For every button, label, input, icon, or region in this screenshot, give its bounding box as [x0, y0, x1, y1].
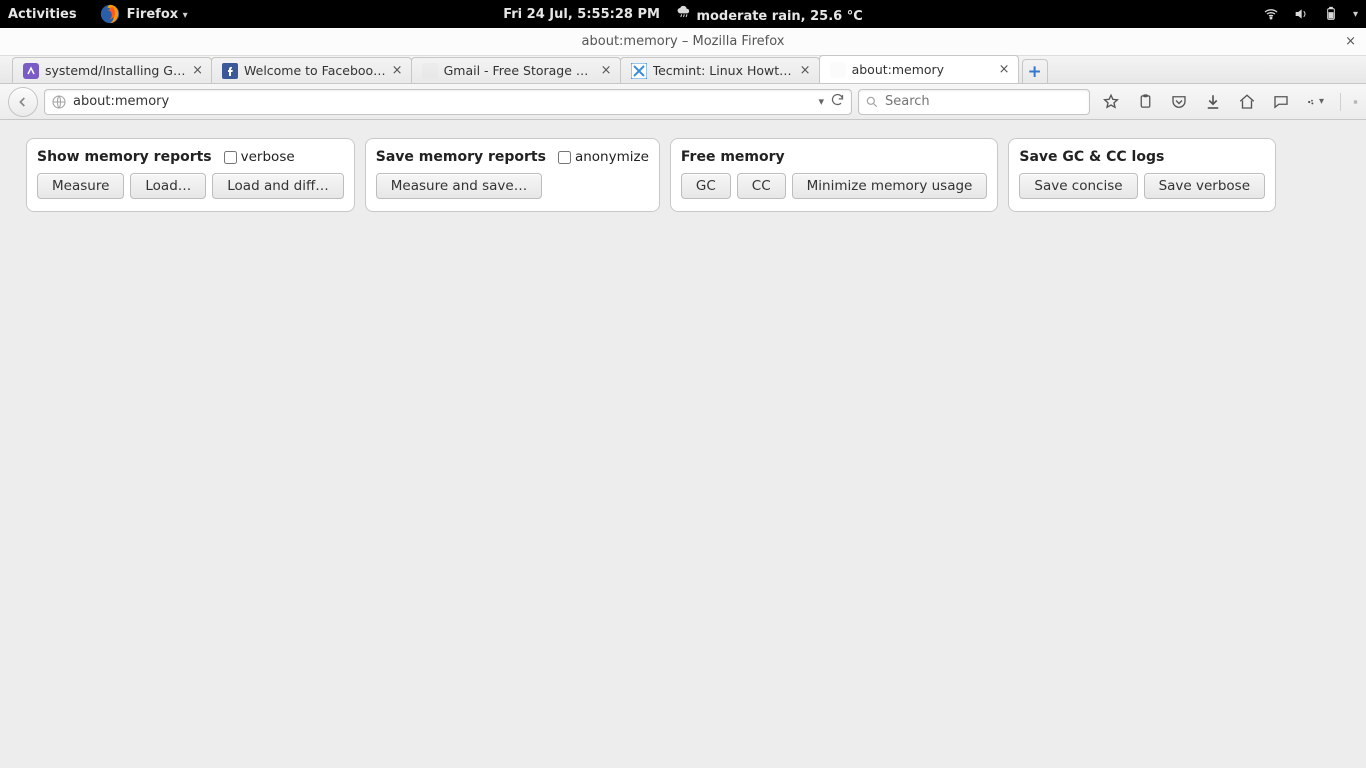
page-content: Show memory reports verbose Measure Load…	[0, 120, 1366, 768]
measure-and-save-button[interactable]: Measure and save…	[376, 173, 542, 199]
section-title: Show memory reports	[37, 149, 212, 165]
app-menu[interactable]: Firefox ▾	[127, 7, 188, 22]
tab-label: systemd/Installing G…	[45, 63, 186, 78]
tab-gmail[interactable]: Gmail - Free Storage and… ×	[411, 57, 621, 83]
bookmark-star-icon[interactable]	[1102, 93, 1120, 111]
minimize-memory-button[interactable]: Minimize memory usage	[792, 173, 988, 199]
urlbar-dropdown-icon[interactable]: ▾	[818, 95, 824, 108]
url-text[interactable]: about:memory	[73, 94, 812, 109]
favicon-tecmint-icon	[631, 63, 647, 79]
tab-strip: systemd/Installing G… × Welcome to Faceb…	[0, 56, 1366, 84]
wifi-icon[interactable]	[1263, 6, 1279, 22]
urlbar[interactable]: about:memory ▾	[44, 89, 852, 115]
load-and-diff-button[interactable]: Load and diff…	[212, 173, 344, 199]
tab-close-button[interactable]: ×	[999, 62, 1010, 77]
checkbox-text: anonymize	[575, 149, 649, 165]
clock[interactable]: Fri 24 Jul, 5:55:28 PM	[503, 7, 660, 22]
hamburger-menu-icon[interactable]	[1340, 93, 1358, 111]
section-title: Free memory	[681, 149, 785, 165]
tab-systemd[interactable]: systemd/Installing G… ×	[12, 57, 212, 83]
tab-close-button[interactable]: ×	[192, 63, 203, 78]
section-title: Save memory reports	[376, 149, 546, 165]
load-button[interactable]: Load…	[130, 173, 206, 199]
section-save-gc-cc-logs: Save GC & CC logs Save concise Save verb…	[1008, 138, 1276, 212]
firefox-window: about:memory – Mozilla Firefox × systemd…	[0, 28, 1366, 768]
window-close-button[interactable]: ×	[1345, 34, 1356, 49]
tab-close-button[interactable]: ×	[800, 63, 811, 78]
tab-facebook[interactable]: Welcome to Faceboo… ×	[211, 57, 412, 83]
downloads-icon[interactable]	[1204, 93, 1222, 111]
cc-button[interactable]: CC	[737, 173, 786, 199]
activities-button[interactable]: Activities	[8, 7, 77, 22]
anonymize-checkbox-label[interactable]: anonymize	[558, 149, 649, 165]
section-show-memory-reports: Show memory reports verbose Measure Load…	[26, 138, 355, 212]
favicon-facebook-icon	[222, 63, 238, 79]
new-tab-button[interactable]: +	[1022, 59, 1048, 83]
system-menu-chevron-icon[interactable]: ▾	[1353, 9, 1358, 20]
tab-label: Welcome to Faceboo…	[244, 63, 386, 78]
tab-tecmint[interactable]: Tecmint: Linux Howt… ×	[620, 57, 820, 83]
favicon-generic-icon	[23, 63, 39, 79]
tab-close-button[interactable]: ×	[392, 63, 403, 78]
window-titlebar: about:memory – Mozilla Firefox ×	[0, 28, 1366, 56]
firefox-icon	[99, 3, 121, 25]
verbose-checkbox-label[interactable]: verbose	[224, 149, 295, 165]
checkbox-text: verbose	[241, 149, 295, 165]
reload-button[interactable]	[830, 92, 845, 111]
save-verbose-button[interactable]: Save verbose	[1144, 173, 1265, 199]
gnome-top-bar: Activities Firefox ▾ Fri 24 Jul, 5:55:28…	[0, 0, 1366, 28]
window-title: about:memory – Mozilla Firefox	[582, 34, 785, 49]
home-icon[interactable]	[1238, 93, 1256, 111]
save-concise-button[interactable]: Save concise	[1019, 173, 1137, 199]
tab-label: about:memory	[852, 62, 993, 77]
section-title: Save GC & CC logs	[1019, 149, 1164, 165]
anonymize-checkbox[interactable]	[558, 151, 571, 164]
nav-toolbar: about:memory ▾	[0, 84, 1366, 120]
search-bar[interactable]	[858, 89, 1090, 115]
weather-indicator[interactable]: moderate rain, 25.6 °C	[676, 4, 863, 24]
tab-close-button[interactable]: ×	[601, 63, 612, 78]
addon-icon[interactable]: ▾	[1306, 93, 1324, 111]
gc-button[interactable]: GC	[681, 173, 731, 199]
tab-about-memory[interactable]: about:memory ×	[819, 55, 1019, 83]
section-save-memory-reports: Save memory reports anonymize Measure an…	[365, 138, 660, 212]
section-free-memory: Free memory GC CC Minimize memory usage	[670, 138, 998, 212]
rain-icon	[676, 4, 692, 20]
tab-label: Tecmint: Linux Howt…	[653, 63, 794, 78]
search-input[interactable]	[885, 94, 1083, 109]
tab-label: Gmail - Free Storage and…	[444, 63, 595, 78]
search-icon	[865, 95, 879, 109]
back-button[interactable]	[8, 87, 38, 117]
measure-button[interactable]: Measure	[37, 173, 124, 199]
battery-icon[interactable]	[1323, 6, 1339, 22]
volume-icon[interactable]	[1293, 6, 1309, 22]
favicon-gmail-icon	[422, 63, 438, 79]
pocket-icon[interactable]	[1170, 93, 1188, 111]
favicon-blank-icon	[830, 62, 846, 78]
verbose-checkbox[interactable]	[224, 151, 237, 164]
globe-icon	[51, 94, 67, 110]
clipboard-icon[interactable]	[1136, 93, 1154, 111]
chat-icon[interactable]	[1272, 93, 1290, 111]
toolbar-icons: ▾	[1102, 93, 1358, 111]
